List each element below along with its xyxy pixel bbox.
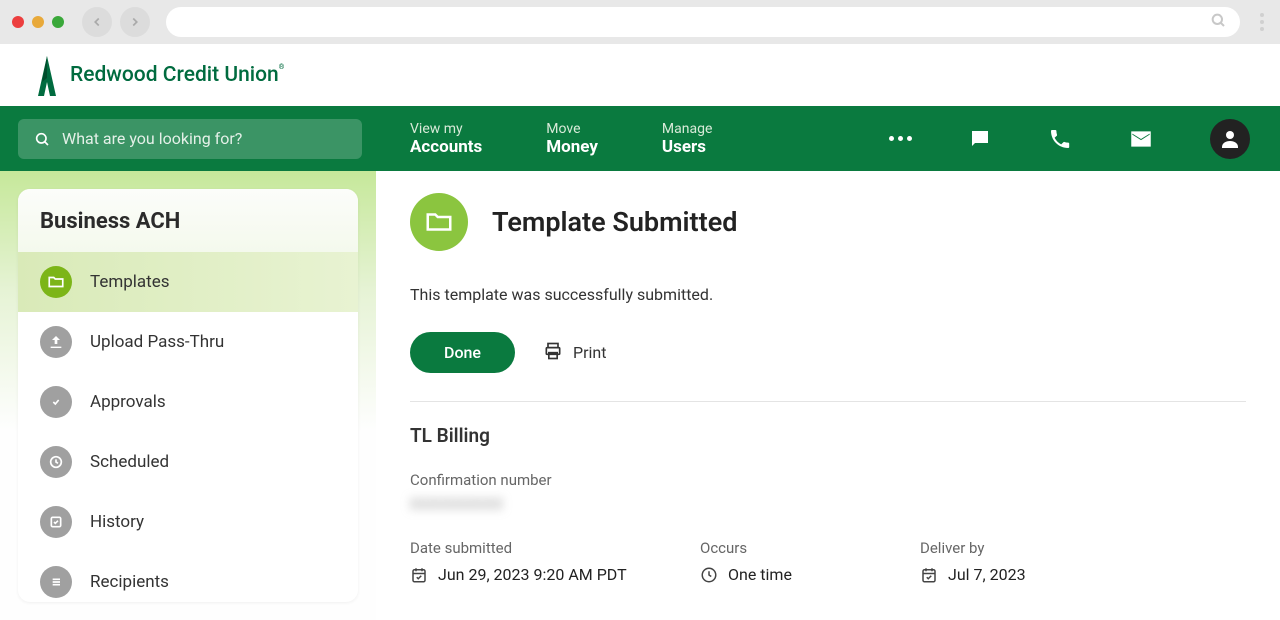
back-button[interactable] bbox=[82, 7, 112, 37]
window-controls bbox=[12, 16, 64, 28]
detail-deliver-by: Deliver by Jul 7, 2023 bbox=[920, 539, 1210, 584]
sidebar-item-label: Recipients bbox=[90, 572, 169, 592]
sidebar-item-approvals[interactable]: Approvals bbox=[18, 372, 358, 432]
upload-icon bbox=[40, 326, 72, 358]
main-header: Template Submitted bbox=[410, 193, 1246, 251]
logo-icon bbox=[34, 54, 58, 96]
check-icon bbox=[40, 386, 72, 418]
list-icon bbox=[40, 566, 72, 598]
chat-icon[interactable] bbox=[968, 127, 992, 151]
folder-icon bbox=[40, 266, 72, 298]
browser-menu[interactable] bbox=[1260, 13, 1264, 31]
forward-button[interactable] bbox=[120, 7, 150, 37]
success-message: This template was successfully submitted… bbox=[410, 285, 1246, 304]
overflow-menu[interactable] bbox=[889, 136, 912, 141]
maximize-window[interactable] bbox=[52, 16, 64, 28]
done-button[interactable]: Done bbox=[410, 332, 515, 373]
history-icon bbox=[40, 506, 72, 538]
main-panel: Template Submitted This template was suc… bbox=[376, 171, 1280, 620]
page-title: Template Submitted bbox=[492, 206, 737, 238]
confirmation-number: XXXXXXXXX bbox=[410, 495, 1246, 513]
sidebar-title: Business ACH bbox=[18, 189, 358, 252]
sidebar-list: Templates Upload Pass-Thru Approvals bbox=[18, 252, 358, 602]
print-label: Print bbox=[573, 343, 606, 362]
print-icon bbox=[543, 341, 563, 365]
search-input[interactable] bbox=[62, 129, 346, 148]
sidebar-item-templates[interactable]: Templates bbox=[18, 252, 358, 312]
phone-icon[interactable] bbox=[1048, 127, 1072, 151]
logo-text: Redwood Credit Union® bbox=[70, 63, 284, 87]
confirmation-label: Confirmation number bbox=[410, 471, 1246, 489]
sidebar-item-history[interactable]: History bbox=[18, 492, 358, 552]
nav-accounts[interactable]: View my Accounts bbox=[410, 121, 482, 157]
nav-utility-icons bbox=[889, 119, 1250, 159]
search-icon bbox=[1210, 12, 1226, 32]
sidebar-item-label: Approvals bbox=[90, 392, 166, 412]
detail-occurs: Occurs One time bbox=[700, 539, 920, 584]
calendar-icon bbox=[410, 566, 428, 584]
print-button[interactable]: Print bbox=[543, 341, 606, 365]
url-bar[interactable] bbox=[166, 7, 1240, 37]
clock-icon bbox=[40, 446, 72, 478]
sidebar: Business ACH Templates Upload Pass-Thru bbox=[0, 171, 376, 620]
minimize-window[interactable] bbox=[32, 16, 44, 28]
nav-items: View my Accounts Move Money Manage Users bbox=[410, 121, 712, 157]
logo-bar: Redwood Credit Union® bbox=[0, 44, 1280, 106]
nav-money[interactable]: Move Money bbox=[546, 121, 598, 157]
sidebar-item-scheduled[interactable]: Scheduled bbox=[18, 432, 358, 492]
sidebar-item-label: History bbox=[90, 512, 144, 532]
details-row: Date submitted Jun 29, 2023 9:20 AM PDT … bbox=[410, 539, 1246, 584]
template-name: TL Billing bbox=[410, 424, 1246, 447]
sidebar-item-label: Upload Pass-Thru bbox=[90, 332, 224, 352]
profile-avatar[interactable] bbox=[1210, 119, 1250, 159]
nav-users[interactable]: Manage Users bbox=[662, 121, 712, 157]
sidebar-item-recipients[interactable]: Recipients bbox=[18, 552, 358, 602]
sidebar-item-label: Scheduled bbox=[90, 452, 169, 472]
sidebar-card: Business ACH Templates Upload Pass-Thru bbox=[18, 189, 358, 602]
browser-chrome bbox=[0, 0, 1280, 44]
mail-icon[interactable] bbox=[1128, 126, 1154, 152]
search-icon bbox=[34, 131, 50, 147]
sidebar-item-upload[interactable]: Upload Pass-Thru bbox=[18, 312, 358, 372]
site-search[interactable] bbox=[18, 119, 362, 159]
close-window[interactable] bbox=[12, 16, 24, 28]
content: Business ACH Templates Upload Pass-Thru bbox=[0, 171, 1280, 620]
calendar-icon bbox=[920, 566, 938, 584]
clock-icon bbox=[700, 566, 718, 584]
detail-date-submitted: Date submitted Jun 29, 2023 9:20 AM PDT bbox=[410, 539, 700, 584]
primary-nav: View my Accounts Move Money Manage Users bbox=[0, 106, 1280, 171]
sidebar-item-label: Templates bbox=[90, 272, 170, 292]
folder-badge-icon bbox=[410, 193, 468, 251]
action-row: Done Print bbox=[410, 332, 1246, 402]
